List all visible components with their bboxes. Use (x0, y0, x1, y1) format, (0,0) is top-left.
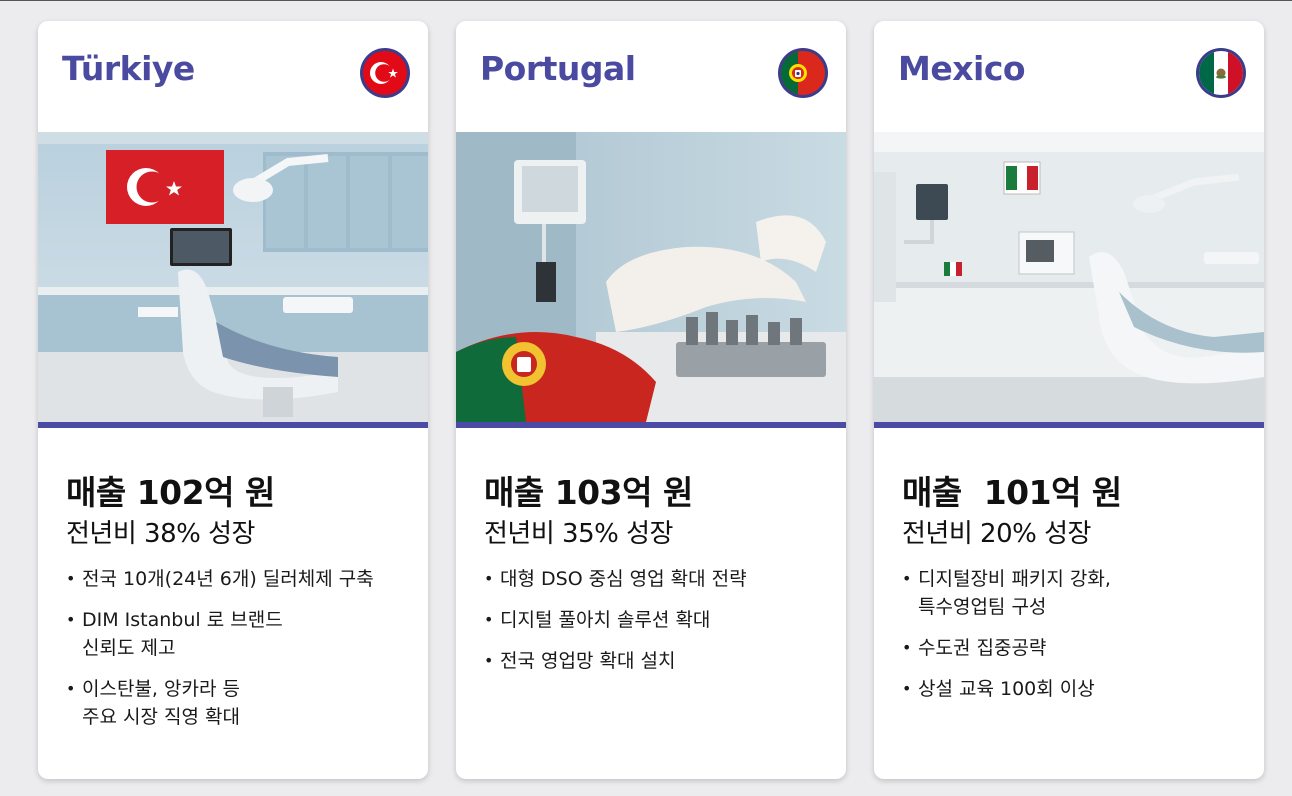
accent-bar (456, 422, 846, 428)
country-title: Mexico (898, 49, 1026, 88)
list-item: 대형 DSO 중심 영업 확대 전략 (484, 565, 834, 593)
growth-subheading: 전년비 35% 성장 (484, 519, 673, 549)
highlights-list: 대형 DSO 중심 영업 확대 전략 디지털 풀아치 솔루션 확대 전국 영업망… (484, 565, 834, 688)
portugal-flag-icon (778, 48, 828, 98)
dental-clinic-photo (456, 132, 846, 422)
country-title: Türkiye (62, 49, 195, 88)
country-cards: Türkiye 매출 102억 원 전년비 38% 성장 • 전국 10개(24… (38, 21, 1264, 781)
revenue-heading: 매출 102억 원 (66, 473, 275, 512)
dental-clinic-photo (38, 132, 428, 422)
turkey-flag-icon (360, 48, 410, 98)
mexico-flag-icon (1196, 48, 1246, 98)
highlights-list: 전국 10개(24년 6개) 딜러체제 구축 DIM Istanbul 로 브랜… (66, 565, 416, 744)
revenue-heading: 매출 101억 원 (902, 473, 1122, 512)
accent-bar (874, 422, 1264, 428)
growth-subheading: 전년비 20% 성장 (902, 519, 1091, 549)
list-item: 전국 10개(24년 6개) 딜러체제 구축 (66, 565, 416, 593)
list-item: 상설 교육 100회 이상 (902, 675, 1252, 703)
list-item: 디지털장비 패키지 강화, 특수영업팀 구성 (902, 565, 1252, 621)
country-title: Portugal (480, 49, 636, 88)
country-card-turkiye: Türkiye 매출 102억 원 전년비 38% 성장 • 전국 10개(24… (38, 21, 428, 779)
revenue-heading: 매출 103억 원 (484, 473, 693, 512)
list-item: DIM Istanbul 로 브랜드 신뢰도 제고 (66, 606, 416, 662)
country-card-portugal: Portugal 매출 103억 원 전년비 35% 성장 • 대형 DSO 중… (456, 21, 846, 779)
dental-clinic-photo (874, 132, 1264, 422)
list-item: 수도권 집중공략 (902, 634, 1252, 662)
highlights-list: 디지털장비 패키지 강화, 특수영업팀 구성 수도권 집중공략 상설 교육 10… (902, 565, 1252, 716)
growth-subheading: 전년비 38% 성장 (66, 519, 255, 549)
accent-bar (38, 422, 428, 428)
list-item: 이스탄불, 앙카라 등 주요 시장 직영 확대 (66, 675, 416, 731)
list-item: 디지털 풀아치 솔루션 확대 (484, 606, 834, 634)
country-card-mexico: Mexico 매출 101억 원 전년비 20% 성장 • 디지털장비 패키지 … (874, 21, 1264, 779)
list-item: 전국 영업망 확대 설치 (484, 647, 834, 675)
